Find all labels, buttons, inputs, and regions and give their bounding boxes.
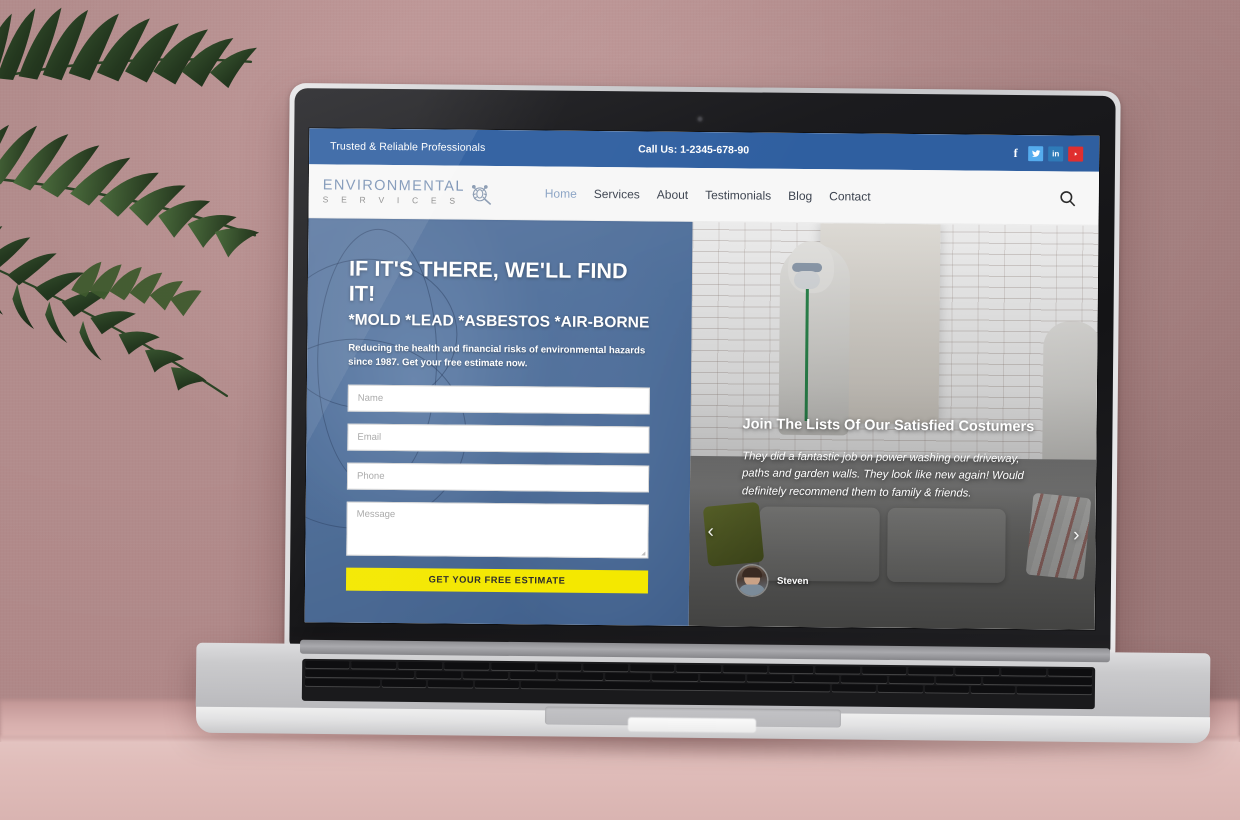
hero-left-content: IF IT'S THERE, WE'LL FIND IT! *MOLD *LEA… xyxy=(305,218,693,626)
nav-menu: Home Services About Testimonials Blog Co… xyxy=(545,186,871,203)
key xyxy=(699,674,745,682)
key xyxy=(769,665,814,674)
carousel-prev-icon[interactable]: ‹ xyxy=(707,521,714,542)
main-navbar: ENVIRONMENTAL S E R V I C E S Home Servi… xyxy=(308,164,1100,226)
key xyxy=(444,662,489,670)
key xyxy=(305,669,414,679)
key xyxy=(970,685,1015,694)
website-viewport: Trusted & Reliable Professionals Call Us… xyxy=(304,128,1100,630)
key xyxy=(490,662,536,671)
phone-input[interactable]: Phone xyxy=(346,462,650,493)
site-logo[interactable]: ENVIRONMENTAL S E R V I C E S xyxy=(322,176,495,206)
key xyxy=(652,673,698,681)
carousel-next-icon[interactable]: › xyxy=(1073,525,1080,546)
social-links: f in xyxy=(1008,145,1084,162)
youtube-icon[interactable] xyxy=(1068,146,1084,162)
message-textarea[interactable]: Message xyxy=(346,501,649,559)
webcam-icon xyxy=(696,115,704,123)
hero-left-panel: IF IT'S THERE, WE'LL FIND IT! *MOLD *LEA… xyxy=(304,218,693,626)
logo-text: ENVIRONMENTAL S E R V I C E S xyxy=(322,176,465,206)
key xyxy=(888,675,935,684)
laptop-lid-notch xyxy=(627,717,757,733)
laptop-device: Trusted & Reliable Professionals Call Us… xyxy=(0,0,1240,820)
laptop-screen: Trusted & Reliable Professionals Call Us… xyxy=(304,128,1100,630)
key xyxy=(1001,668,1046,676)
avatar xyxy=(736,565,768,596)
key xyxy=(878,684,923,693)
key xyxy=(861,666,907,675)
key xyxy=(305,660,350,669)
key xyxy=(815,666,861,674)
key xyxy=(924,685,969,693)
key xyxy=(510,672,556,680)
key xyxy=(304,678,381,687)
key xyxy=(397,661,443,670)
key xyxy=(832,684,877,692)
bug-magnifier-icon xyxy=(469,179,495,205)
name-input[interactable]: Name xyxy=(347,384,650,415)
key xyxy=(746,674,793,682)
nav-item-about[interactable]: About xyxy=(657,187,688,201)
key xyxy=(382,679,427,688)
logo-glyph xyxy=(472,184,492,205)
linkedin-icon[interactable]: in xyxy=(1048,145,1064,161)
nav-item-services[interactable]: Services xyxy=(594,186,640,200)
avatar-hair xyxy=(742,567,763,578)
key xyxy=(676,664,721,673)
nav-item-home[interactable]: Home xyxy=(545,186,577,200)
phone-number[interactable]: Call Us: 1-2345-678-90 xyxy=(638,143,749,156)
key xyxy=(936,676,982,684)
key xyxy=(604,673,651,681)
key xyxy=(583,663,629,672)
logo-line-1: ENVIRONMENTAL xyxy=(322,176,465,195)
youtube-play-glyph xyxy=(1071,150,1081,157)
key xyxy=(841,675,887,683)
key xyxy=(474,680,519,689)
testimonial-panel: Join The Lists Of Our Satisfied Costumer… xyxy=(688,221,1099,630)
facebook-icon[interactable]: f xyxy=(1008,145,1023,160)
testimonial-heading: Join The Lists Of Our Satisfied Costumer… xyxy=(742,416,1035,436)
hero-subheading: *MOLD *LEAD *ASBESTOS *AIR-BORNE xyxy=(348,311,650,332)
twitter-icon[interactable] xyxy=(1028,145,1044,161)
key xyxy=(463,671,509,680)
key xyxy=(1016,686,1093,695)
spacebar xyxy=(520,681,831,692)
key xyxy=(415,671,462,679)
key xyxy=(428,680,473,688)
testimonial-author-block: Steven xyxy=(736,565,809,596)
key xyxy=(722,665,768,673)
key xyxy=(629,664,675,672)
nav-item-testimonials[interactable]: Testimonials xyxy=(705,188,771,203)
nav-item-contact[interactable]: Contact xyxy=(829,189,870,203)
get-free-estimate-button[interactable]: GET YOUR FREE ESTIMATE xyxy=(345,567,649,594)
hero-section: IF IT'S THERE, WE'LL FIND IT! *MOLD *LEA… xyxy=(304,218,1099,630)
hero-heading: IF IT'S THERE, WE'LL FIND IT! xyxy=(348,256,628,306)
search-icon[interactable] xyxy=(1059,189,1077,207)
key xyxy=(983,676,1093,686)
twitter-bird-glyph xyxy=(1031,149,1040,157)
avatar-body xyxy=(738,584,766,596)
key xyxy=(794,675,840,683)
key xyxy=(351,661,397,669)
search-glyph xyxy=(1060,190,1076,206)
testimonial-author-name: Steven xyxy=(777,575,809,587)
email-input[interactable]: Email xyxy=(347,423,650,454)
key xyxy=(537,663,582,671)
nav-item-blog[interactable]: Blog xyxy=(788,188,812,202)
key xyxy=(954,667,1000,676)
key xyxy=(1047,668,1093,677)
key xyxy=(908,667,953,675)
estimate-form: Name Email Phone Message GET YOUR FREE E… xyxy=(345,384,650,594)
key xyxy=(557,672,604,680)
testimonial-content: Join The Lists Of Our Satisfied Costumer… xyxy=(742,416,1043,504)
hero-description: Reducing the health and financial risks … xyxy=(348,342,646,370)
laptop-keyboard[interactable] xyxy=(301,658,1096,710)
testimonial-quote: They did a fantastic job on power washin… xyxy=(741,450,1024,500)
tagline-text: Trusted & Reliable Professionals xyxy=(330,140,486,154)
logo-line-2: S E R V I C E S xyxy=(322,194,461,206)
